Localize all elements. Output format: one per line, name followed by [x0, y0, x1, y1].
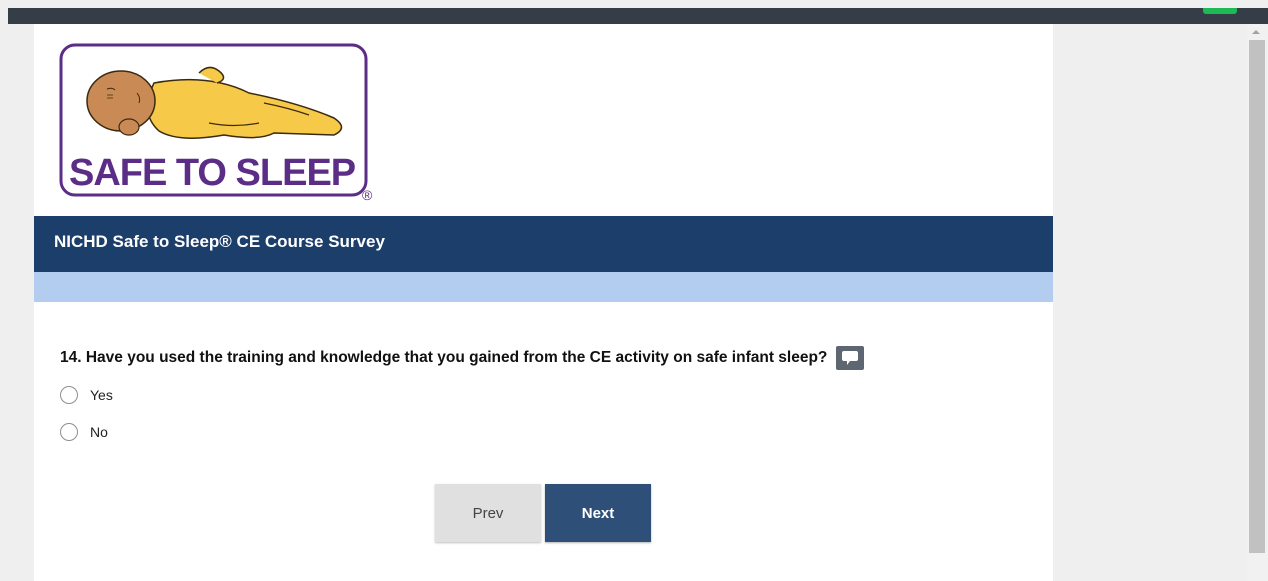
vertical-scrollbar[interactable]: [1246, 24, 1268, 581]
survey-title: NICHD Safe to Sleep® CE Course Survey: [54, 232, 385, 251]
option-label-no: No: [90, 424, 108, 440]
safe-to-sleep-logo: SAFE TO SLEEP ®: [59, 43, 389, 208]
option-no[interactable]: No: [60, 423, 108, 441]
comment-button[interactable]: [836, 346, 865, 370]
no-radio[interactable]: [60, 423, 78, 441]
scrollbar-thumb[interactable]: [1249, 40, 1265, 553]
logo-wordmark: SAFE TO SLEEP: [69, 152, 356, 194]
right-gutter: [1053, 24, 1246, 581]
survey-page: SAFE TO SLEEP ® NICHD Safe to Sleep® CE …: [34, 24, 1053, 581]
speech-bubble-icon: [842, 351, 859, 365]
next-button[interactable]: Next: [545, 484, 651, 542]
yes-radio[interactable]: [60, 386, 78, 404]
option-label-yes: Yes: [90, 387, 113, 403]
question-row: 14. Have you used the training and knowl…: [60, 346, 865, 370]
question-text: 14. Have you used the training and knowl…: [60, 349, 828, 366]
prev-button[interactable]: Prev: [435, 484, 541, 542]
progress-band: [34, 272, 1053, 302]
left-gutter: [8, 24, 34, 581]
scroll-up-arrow-icon[interactable]: [1252, 30, 1260, 34]
logo-registered-mark: ®: [362, 187, 373, 203]
browser-top-bar: [8, 8, 1268, 24]
top-bar-badge: [1203, 8, 1237, 14]
survey-header-bar: NICHD Safe to Sleep® CE Course Survey: [34, 216, 1053, 272]
option-yes[interactable]: Yes: [60, 386, 113, 404]
